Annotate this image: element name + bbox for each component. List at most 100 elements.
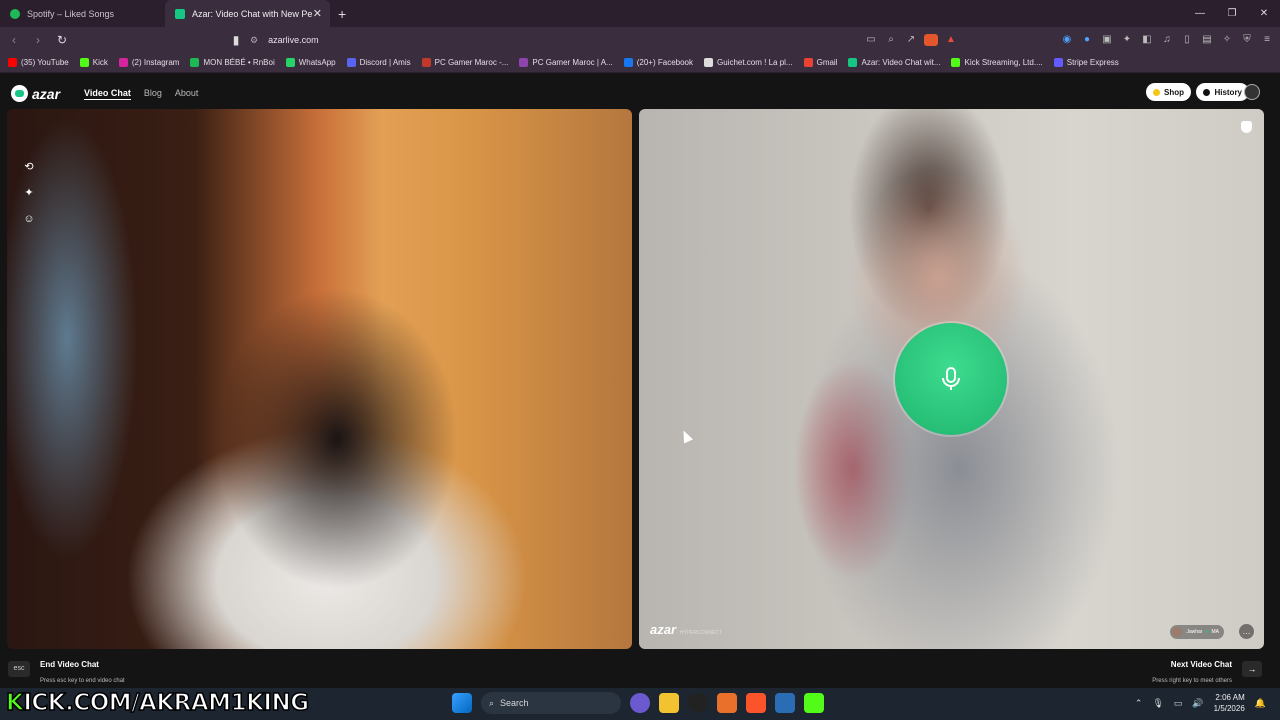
remote-video: azar HYPERCONNECT Jawhar ● MA …	[639, 109, 1264, 649]
history-button[interactable]: History	[1196, 83, 1249, 101]
notification-icon[interactable]: 🔔	[1255, 698, 1266, 709]
peer-profile-chip[interactable]: Jawhar ● MA	[1170, 625, 1224, 639]
esc-key-button[interactable]: esc	[8, 661, 30, 677]
bookmark-item[interactable]: Azar: Video Chat wit...	[848, 58, 940, 67]
voice-mode-button[interactable]	[895, 323, 1007, 435]
bookmark-item[interactable]: PC Gamer Maroc | A...	[519, 58, 613, 67]
windows-start-icon[interactable]	[452, 693, 472, 713]
close-tab-icon[interactable]: ✕	[313, 7, 322, 20]
bookmark-item[interactable]: (20+) Facebook	[623, 58, 693, 67]
next-chat-hint: Press right key to meet others	[1152, 678, 1232, 684]
next-video-chat[interactable]: Next Video Chat Press right key to meet …	[1152, 660, 1232, 687]
vpn-icon[interactable]: ⛨	[1240, 34, 1254, 46]
bookmark-item[interactable]: MON BÉBÉ • RnBoi	[190, 58, 275, 67]
store-icon[interactable]	[775, 693, 795, 713]
nav-about[interactable]: About	[175, 88, 199, 100]
nav-blog[interactable]: Blog	[144, 88, 162, 100]
bookmark-favicon-icon	[803, 58, 813, 67]
new-tab-button[interactable]: +	[338, 6, 346, 22]
search-icon: ⌕	[489, 697, 495, 708]
report-shield-icon[interactable]	[1241, 121, 1252, 133]
cast-icon[interactable]: ▭	[864, 34, 878, 46]
sidebar-icon[interactable]: ◧	[1140, 34, 1154, 46]
bookmark-icon[interactable]: ▮	[226, 33, 246, 47]
bookmark-favicon-icon	[1053, 58, 1063, 67]
bookmark-item[interactable]: (2) Instagram	[118, 58, 179, 67]
wallet-icon[interactable]: ▤	[1200, 34, 1214, 46]
clock[interactable]: 2:06 AM 1/5/2026	[1214, 692, 1245, 714]
app-icon[interactable]	[717, 693, 737, 713]
bookmarks-bar: (35) YouTube Kick (2) Instagram MON BÉBÉ • …	[0, 53, 1280, 73]
menu-icon[interactable]: ≡	[1260, 34, 1274, 46]
bookmark-item[interactable]: Kick	[79, 58, 108, 67]
sticker-icon[interactable]: ☺	[23, 213, 35, 225]
site-info-icon[interactable]: ⚙	[250, 35, 258, 46]
discord-icon[interactable]	[630, 693, 650, 713]
profile-icon[interactable]	[1244, 84, 1260, 100]
bookmark-item[interactable]: Kick Streaming, Ltd....	[951, 58, 1043, 67]
bookmark-item[interactable]: (35) YouTube	[8, 58, 69, 67]
local-video: ⟲ ✦ ☺	[7, 109, 632, 649]
back-icon[interactable]: ‹	[4, 33, 24, 47]
history-icon	[1203, 88, 1211, 96]
bookmark-item[interactable]: PC Gamer Maroc -...	[421, 58, 508, 67]
taskbar-search[interactable]: ⌕ Search	[481, 692, 621, 714]
end-video-chat[interactable]: End Video Chat Press esc key to end vide…	[40, 660, 125, 687]
extension-icon[interactable]: ●	[1080, 34, 1094, 46]
zoom-icon[interactable]: ⌕	[884, 34, 898, 46]
azar-logo-icon	[11, 85, 28, 102]
shop-button[interactable]: Shop	[1146, 83, 1191, 101]
tab-spotify[interactable]: Spotify – Liked Songs	[0, 0, 165, 27]
bookmark-item[interactable]: Guichet.com ! La pl...	[704, 58, 793, 67]
volume-icon[interactable]: 🔊	[1192, 698, 1203, 709]
peer-country: MA	[1211, 629, 1220, 635]
reload-icon[interactable]: ↻	[52, 33, 72, 47]
ai-icon[interactable]: ✧	[1220, 34, 1234, 46]
rewards-icon[interactable]: ▲	[944, 34, 958, 46]
kick-app-icon[interactable]	[804, 693, 824, 713]
stream-overlay-url: KICK.COM/AKRAM1KING	[5, 689, 310, 717]
chat-bubble-icon[interactable]: …	[1239, 624, 1254, 639]
bookmark-favicon-icon	[118, 58, 128, 67]
bookmark-favicon-icon	[519, 58, 529, 67]
tab-azar[interactable]: Azar: Video Chat with New Pe ✕	[165, 0, 330, 27]
chevron-up-icon[interactable]: ⌃	[1135, 698, 1143, 709]
puzzle-icon[interactable]: ✦	[1120, 34, 1134, 46]
bookmark-item[interactable]: Gmail	[803, 58, 837, 67]
window-controls: — ❐ ✕	[1184, 0, 1280, 27]
video-controls-bar: esc End Video Chat Press esc key to end …	[0, 658, 1280, 688]
taskbar-apps: ⌕ Search	[452, 692, 824, 714]
share-icon[interactable]: ↗	[904, 34, 918, 46]
effects-icon[interactable]: ✦	[23, 187, 35, 199]
bookmark-item[interactable]: Discord | Amis	[346, 58, 411, 67]
extension-icon[interactable]: ▣	[1100, 34, 1114, 46]
bookmark-item[interactable]: Stripe Express	[1053, 58, 1119, 67]
microphone-icon	[942, 367, 960, 390]
mic-tray-icon[interactable]: 🎙	[1152, 698, 1163, 709]
bookmark-item[interactable]: WhatsApp	[285, 58, 336, 67]
media-icon[interactable]: ♫	[1160, 34, 1174, 46]
windows-taskbar: KICK.COM/AKRAM1KING ⌕ Search ⌃ 🎙 ▭ 🔊 2:0…	[0, 688, 1280, 720]
system-tray: ⌃ 🎙 ▭ 🔊 2:06 AM 1/5/2026 🔔	[1135, 692, 1266, 714]
maximize-button[interactable]: ❐	[1216, 0, 1248, 27]
brave-browser-icon[interactable]	[746, 693, 766, 713]
extensions-area: ▭ ⌕ ↗ ▲ ◉ ● ▣ ✦ ◧ ♫ ▯ ▤ ✧ ⛨ ≡	[864, 27, 1274, 53]
bookmark-favicon-icon	[346, 58, 356, 67]
url-field[interactable]: ⚙ azarlive.com	[250, 31, 960, 49]
brave-shield-icon[interactable]	[924, 34, 938, 46]
extension-icon[interactable]: ◉	[1060, 34, 1074, 46]
obs-icon[interactable]	[688, 693, 708, 713]
azar-logo[interactable]: azar	[11, 85, 60, 102]
camera-switch-icon[interactable]: ⟲	[23, 161, 35, 173]
nav-video-chat[interactable]: Video Chat	[84, 88, 131, 100]
minimize-button[interactable]: —	[1184, 0, 1216, 27]
close-window-button[interactable]: ✕	[1248, 0, 1280, 27]
bookmark-favicon-icon	[848, 58, 858, 67]
forward-icon[interactable]: ›	[28, 33, 48, 47]
next-arrow-button[interactable]: →	[1242, 661, 1262, 677]
panel-icon[interactable]: ▯	[1180, 34, 1194, 46]
bookmark-favicon-icon	[951, 58, 961, 67]
file-explorer-icon[interactable]	[659, 693, 679, 713]
monitor-icon[interactable]: ▭	[1174, 698, 1183, 709]
